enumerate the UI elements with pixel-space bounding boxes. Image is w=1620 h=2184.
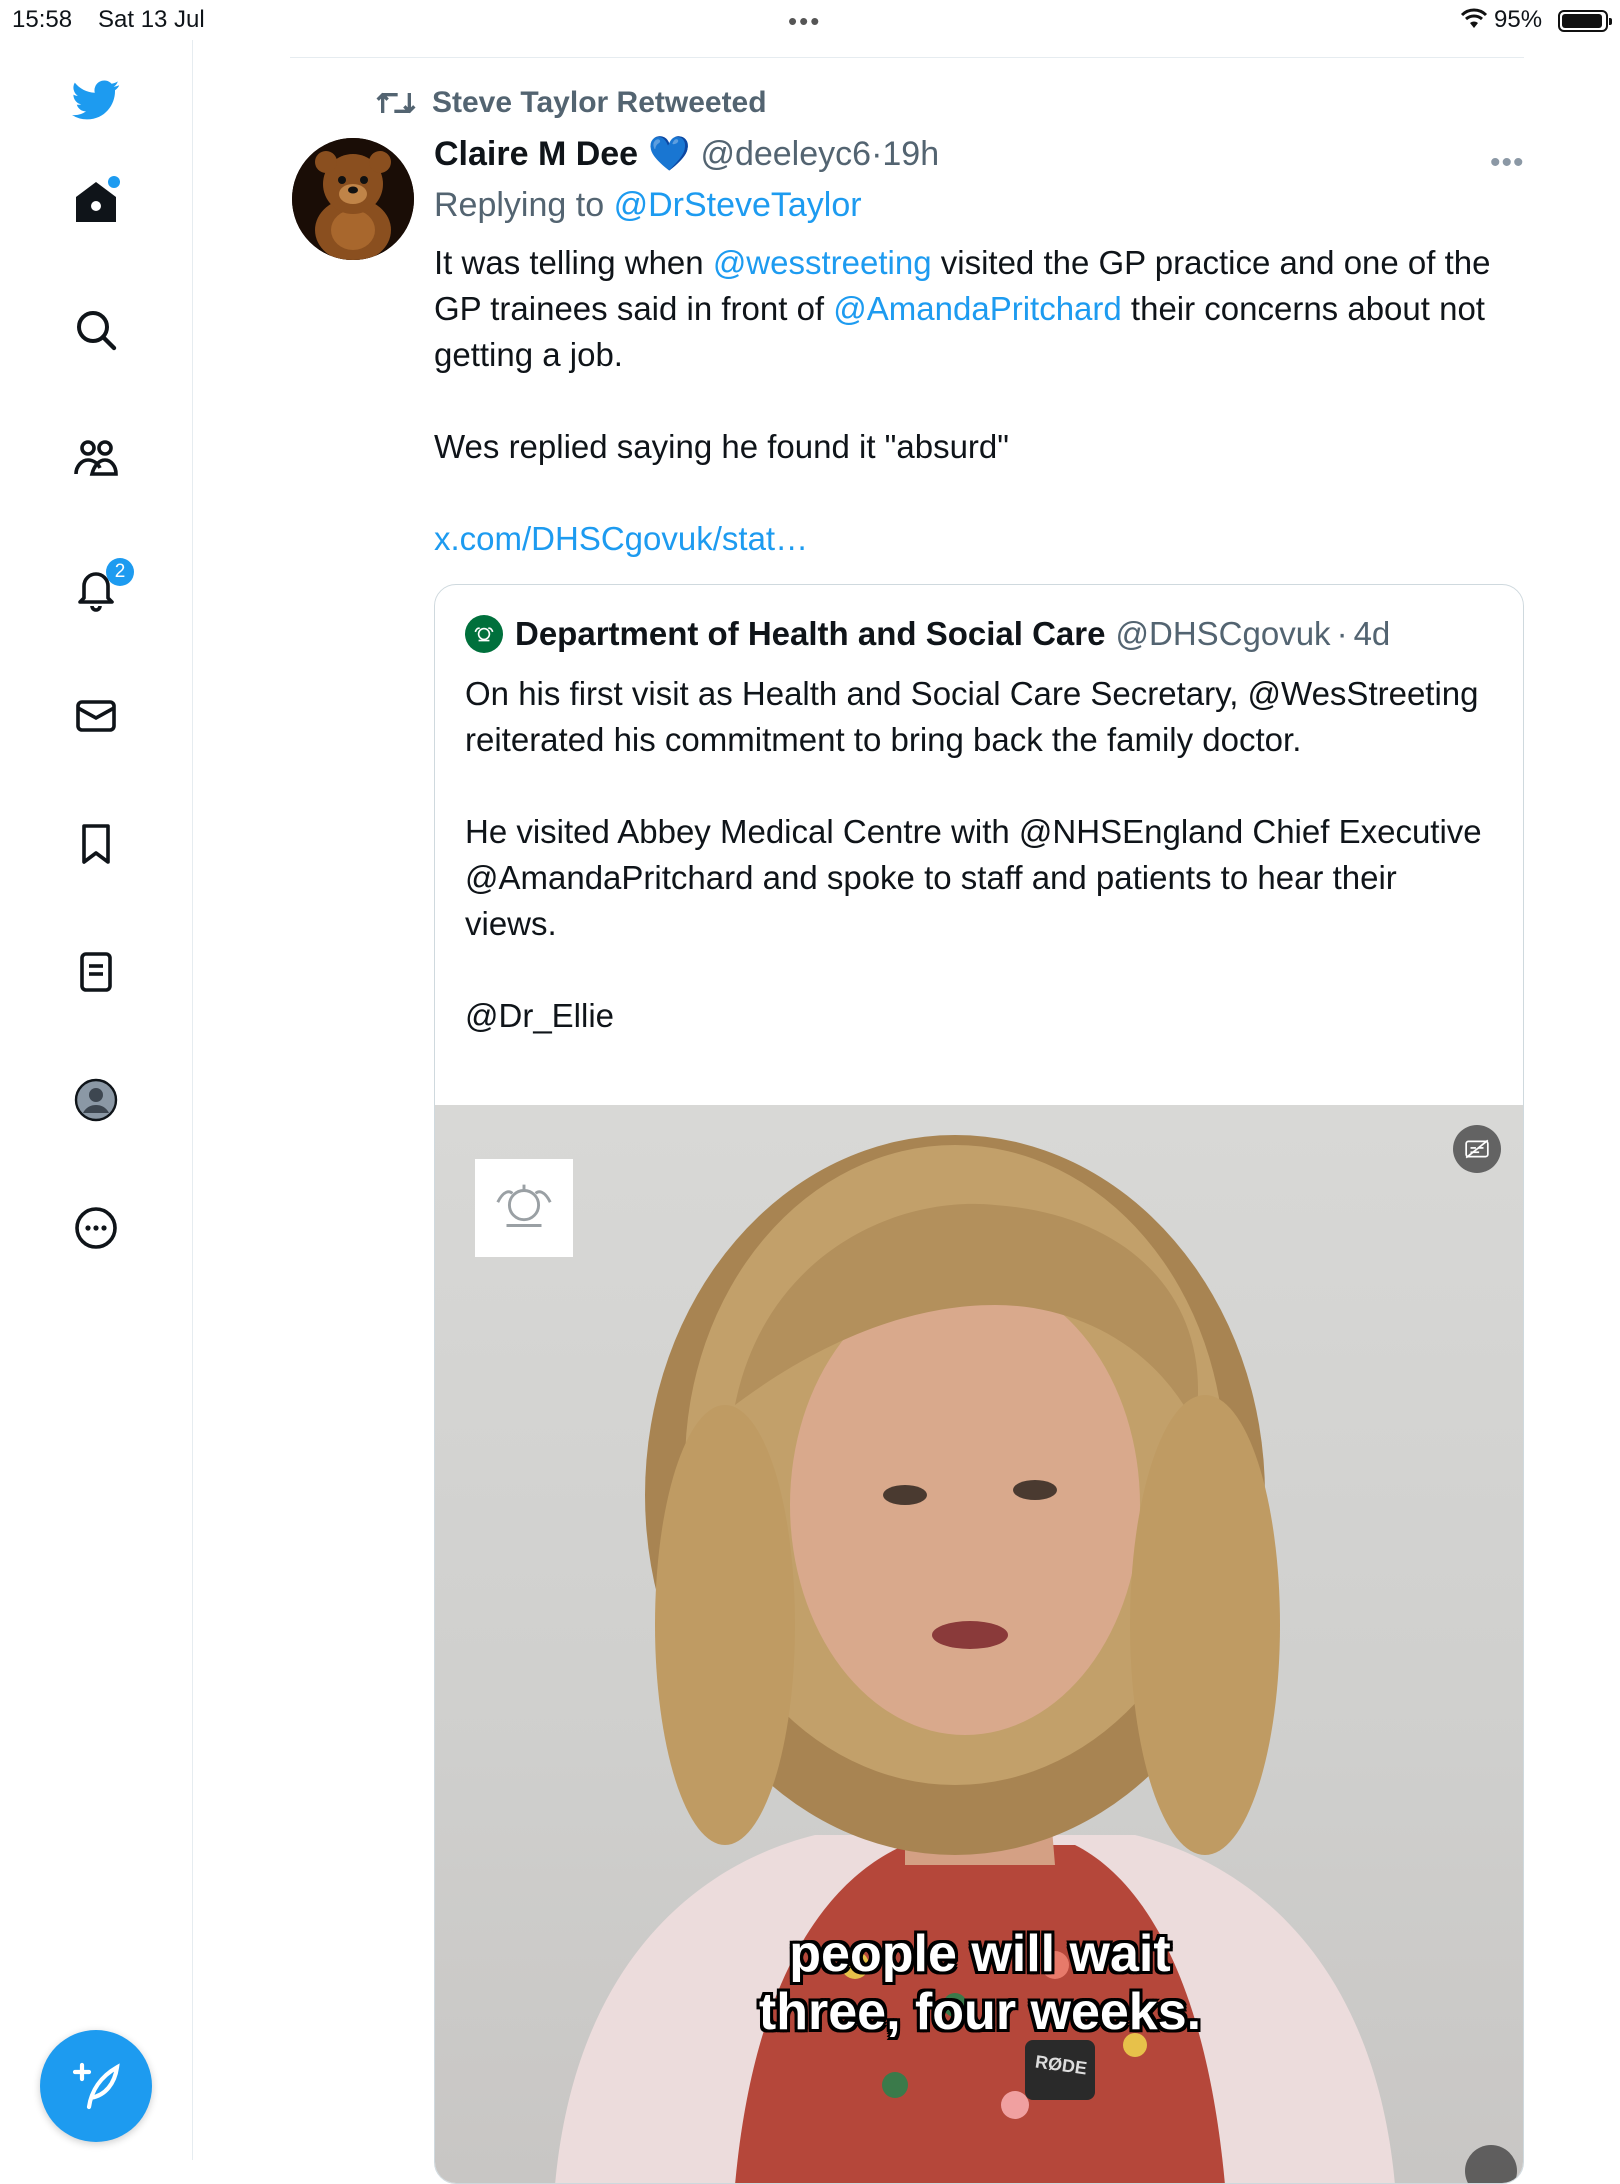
replying-to-line: Replying to @DrSteveTaylor	[434, 186, 862, 225]
search-icon[interactable]	[66, 300, 126, 360]
quoted-tweet-text: On his first visit as Health and Social …	[465, 671, 1485, 1039]
retweeted-by-label: Steve Taylor Retweeted	[432, 86, 767, 119]
subtitle-line: people will wait	[789, 1925, 1171, 1983]
quoted-paragraph: On his first visit as Health and Social …	[465, 675, 1479, 758]
captions-icon[interactable]	[1453, 1125, 1501, 1173]
quoted-author-line: Department of Health and Social Care @DH…	[465, 615, 1390, 653]
battery-icon	[1558, 10, 1612, 32]
sidebar: 2	[0, 40, 193, 2160]
blue-heart-emoji: 💙	[648, 135, 691, 173]
quoted-paragraph: He visited Abbey Medical Centre with @NH…	[465, 813, 1482, 942]
video-player[interactable]: people will wait three, four weeks. RØDE	[435, 1105, 1523, 2183]
tweet-text-paragraph: Wes replied saying he found it "absurd"	[434, 428, 1009, 465]
lists-icon[interactable]	[66, 942, 126, 1002]
author-name[interactable]: Claire M Dee	[434, 135, 638, 174]
quoted-paragraph: @Dr_Ellie	[465, 997, 615, 1034]
replying-label: Replying to	[434, 186, 605, 224]
dot-separator: ·	[1336, 615, 1348, 652]
feather-plus-icon	[72, 2062, 120, 2110]
author-avatar[interactable]	[292, 138, 414, 260]
divider	[290, 57, 1524, 58]
replying-to-handle[interactable]: @DrSteveTaylor	[614, 186, 862, 224]
more-circle-icon[interactable]	[66, 1198, 126, 1258]
retweet-icon	[376, 93, 416, 114]
status-time: 15:58	[12, 6, 73, 33]
status-bar: 15:58 Sat 13 Jul ••• 95%	[0, 0, 1620, 40]
notification-badge: 2	[106, 558, 134, 586]
compose-tweet-button[interactable]	[40, 2030, 152, 2142]
tweet-time[interactable]: 19h	[882, 135, 939, 174]
battery-percent: 95%	[1494, 6, 1543, 33]
wifi-icon	[1460, 8, 1488, 37]
dot-separator: ·	[871, 134, 883, 173]
author-line: Claire M Dee 💙 @deeleyc6 · 19h	[434, 134, 939, 174]
tweet-url-link[interactable]: x.com/DHSCgovuk/stat…	[434, 516, 1524, 562]
video-subtitle: people will wait three, four weeks.	[435, 1925, 1523, 2041]
bookmark-icon[interactable]	[66, 814, 126, 874]
multitasking-dots-icon[interactable]: •••	[788, 6, 821, 37]
gov-crest-logo	[475, 1159, 573, 1257]
tweet-text: It was telling when @wesstreeting visite…	[434, 240, 1524, 562]
home-icon[interactable]	[66, 172, 126, 232]
more-options-icon[interactable]: •••	[1490, 146, 1525, 180]
home-unread-dot	[108, 176, 120, 188]
quoted-tweet-time[interactable]: 4d	[1354, 615, 1391, 653]
mention-link[interactable]: @AmandaPritchard	[833, 290, 1121, 327]
tweet-text-part: It was telling when	[434, 244, 713, 281]
communities-icon[interactable]	[66, 428, 126, 488]
messages-envelope-icon[interactable]	[66, 686, 126, 746]
author-handle[interactable]: @deeleyc6	[700, 135, 871, 174]
quoted-author-name[interactable]: Department of Health and Social Care	[515, 615, 1105, 653]
twitter-bird-icon[interactable]	[66, 70, 126, 130]
dhsc-crest-icon	[465, 615, 503, 653]
subtitle-line: three, four weeks.	[758, 1983, 1202, 2041]
notifications-bell-icon[interactable]: 2	[66, 558, 134, 618]
quoted-author-handle[interactable]: @DHSCgovuk	[1115, 615, 1330, 653]
quoted-tweet-card[interactable]: Department of Health and Social Care @DH…	[434, 584, 1524, 2184]
status-date: Sat 13 Jul	[98, 6, 205, 33]
retweet-context[interactable]: Steve Taylor Retweeted	[376, 86, 767, 120]
profile-avatar-icon[interactable]	[66, 1070, 126, 1130]
mention-link[interactable]: @wesstreeting	[713, 244, 932, 281]
